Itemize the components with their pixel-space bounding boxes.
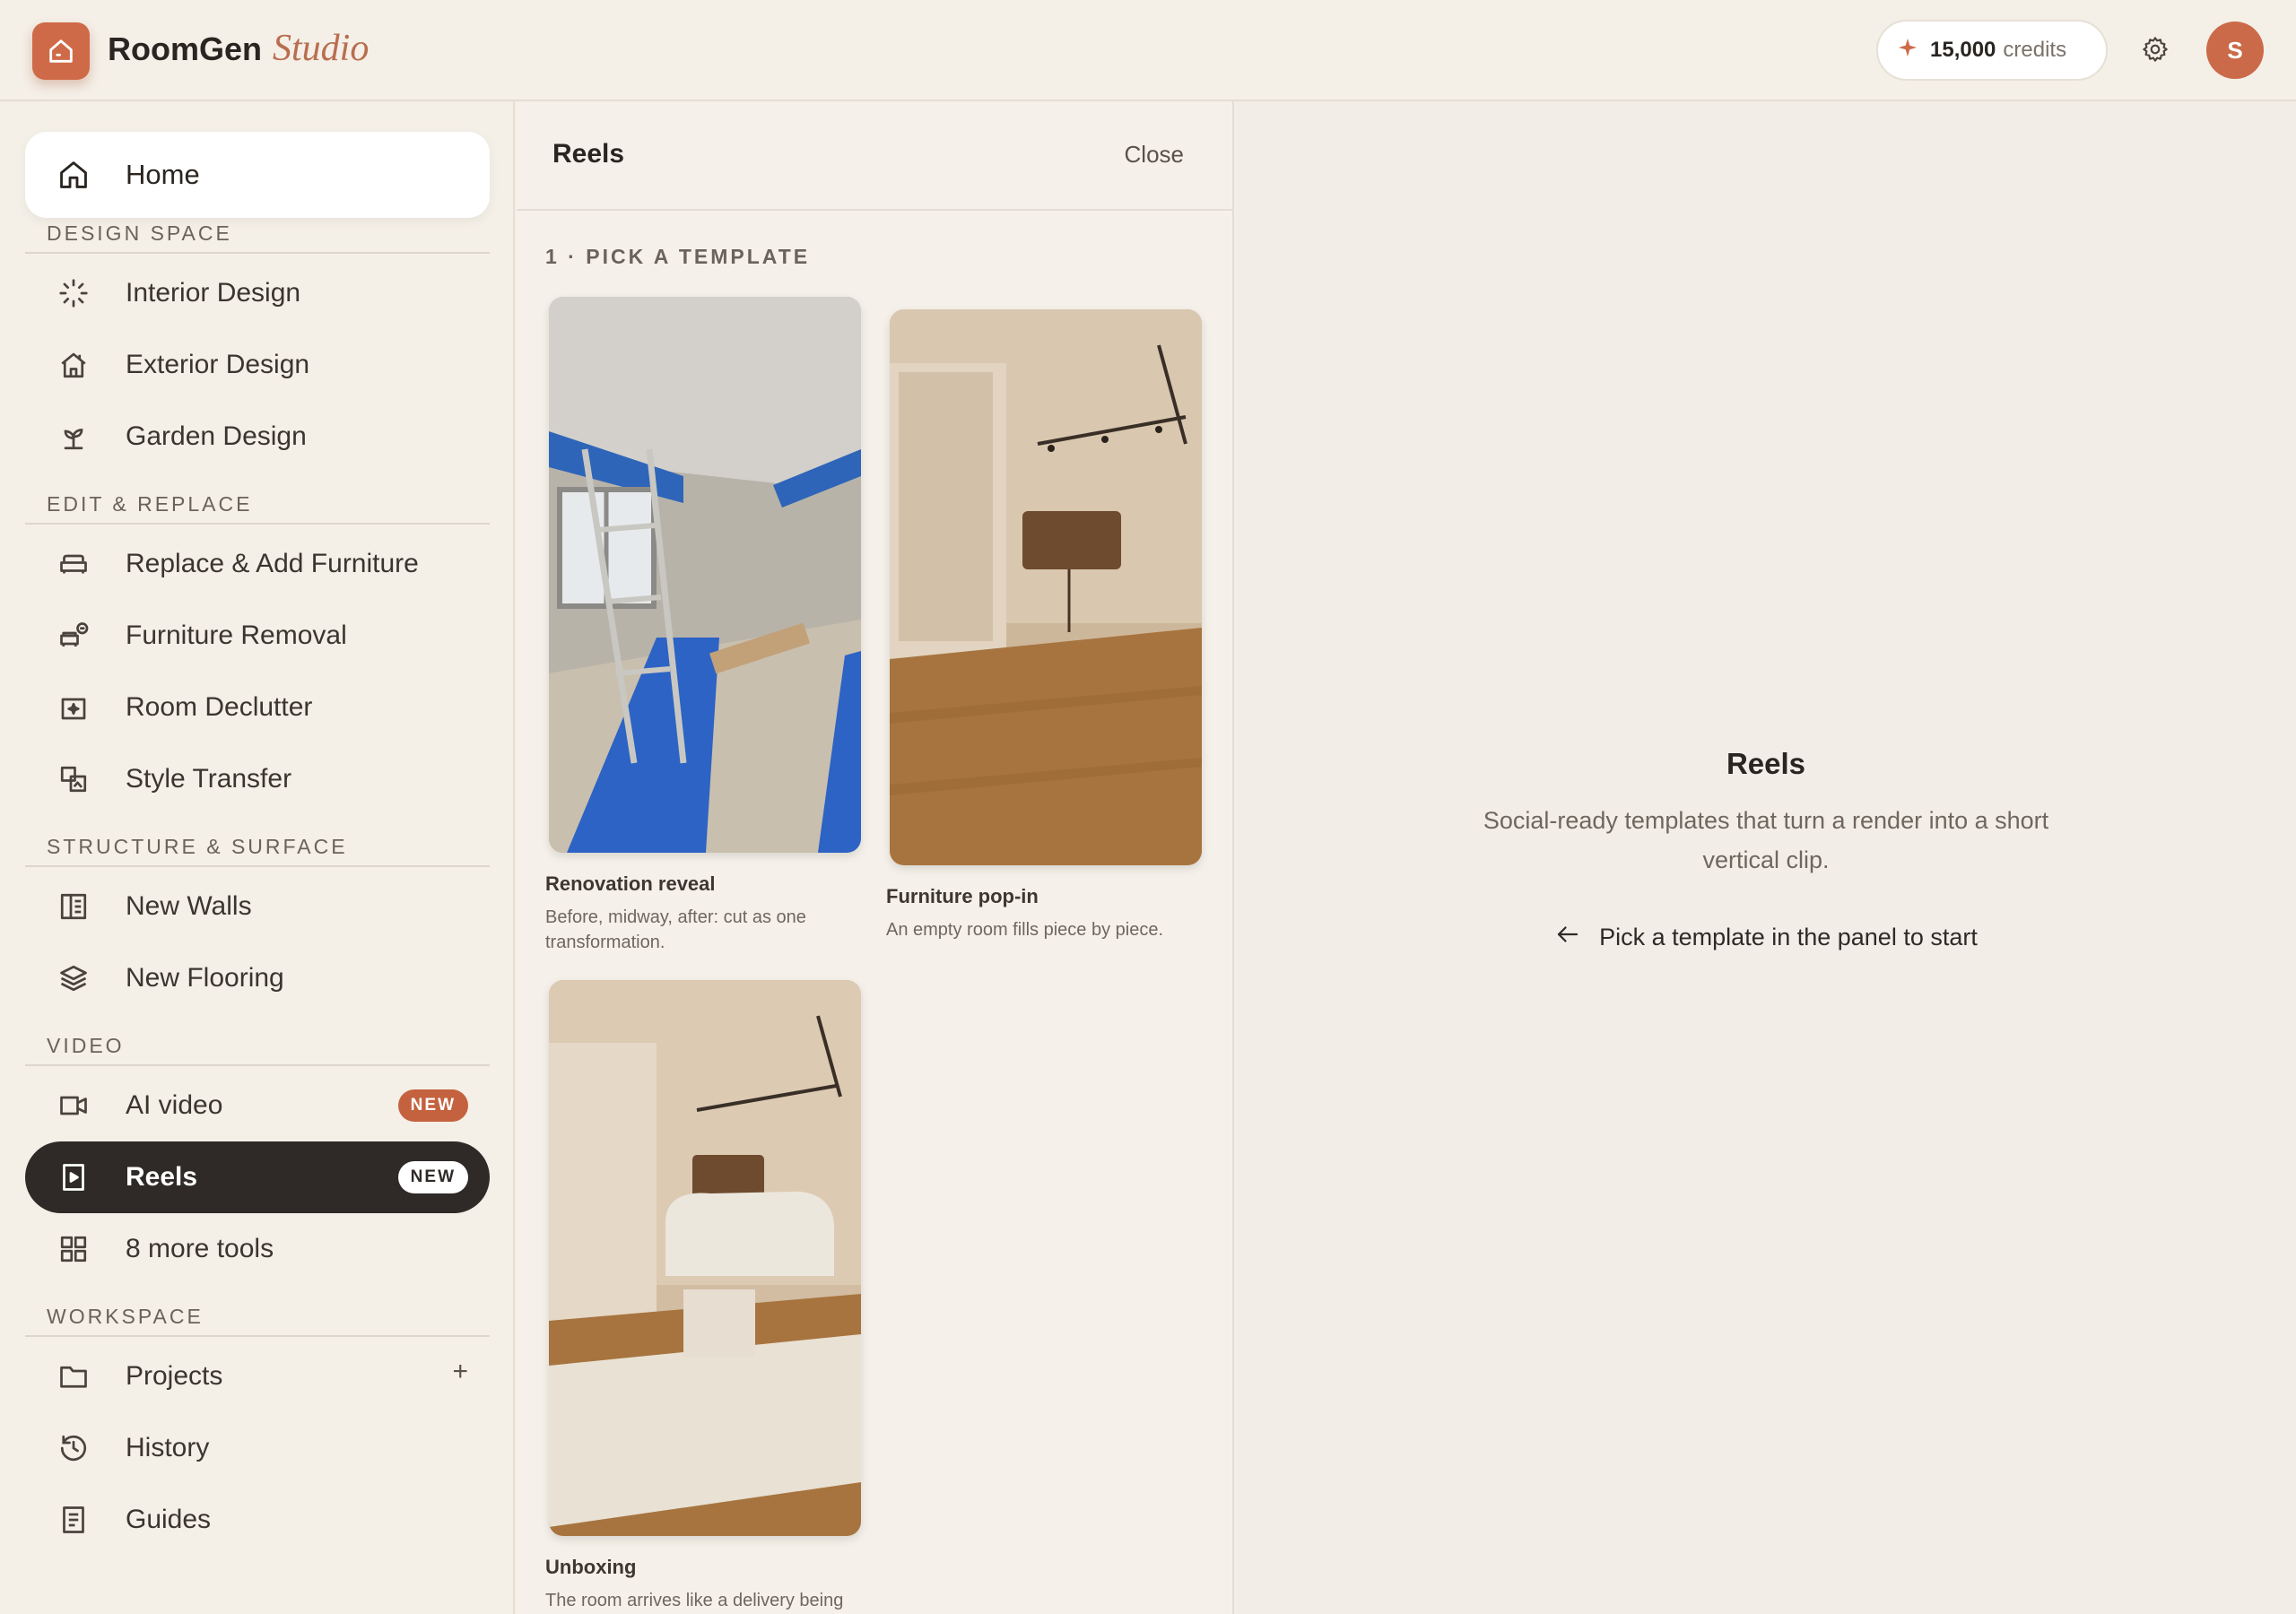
layers-icon <box>56 960 91 996</box>
sidebar-item-label: Interior Design <box>126 278 301 308</box>
new-badge: NEW <box>397 1161 468 1193</box>
sidebar-item-label: Exterior Design <box>126 350 310 379</box>
section-label-structure-surface: STRUCTURE & SURFACE <box>47 835 348 858</box>
box-sparkle-icon <box>56 690 91 725</box>
reels-panel: Reels Close 1 · PICK A TEMPLATE Renovati… <box>517 101 1234 1614</box>
template-name: Renovation reveal <box>545 872 716 895</box>
template-card-renovation-reveal[interactable]: Renovation reveal Before, midway, after:… <box>545 297 861 955</box>
sidebar-item-history[interactable]: History <box>25 1412 490 1484</box>
empty-state-hint: Pick a template in the panel to start <box>1554 921 1978 954</box>
panel-header: Reels Close <box>517 101 1232 211</box>
home-icon <box>56 157 91 193</box>
credits-unit: credits <box>2003 38 2067 62</box>
sidebar-item-label: 8 more tools <box>126 1234 274 1263</box>
brand-name: RoomGen <box>108 30 263 67</box>
section-divider <box>25 865 490 867</box>
empty-state-description: Social-ready templates that turn a rende… <box>1483 807 2049 873</box>
sidebar-item-replace-add-furniture[interactable]: Replace & Add Furniture <box>25 528 490 600</box>
history-icon <box>56 1430 91 1466</box>
panel-title: Reels <box>552 139 625 169</box>
section-label-edit-replace: EDIT & REPLACE <box>47 492 253 516</box>
sprout-icon <box>56 419 91 455</box>
sidebar-item-more-tools[interactable]: 8 more tools <box>25 1213 490 1285</box>
sidebar-item-new-flooring[interactable]: New Flooring <box>25 942 490 1014</box>
sidebar-item-label: New Walls <box>126 891 252 921</box>
sidebar-item-label: Garden Design <box>126 421 307 451</box>
template-name: Unboxing <box>545 1556 637 1578</box>
step-label: 1 · PICK A TEMPLATE <box>545 245 811 268</box>
section-divider <box>25 1064 490 1066</box>
empty-state-title: Reels <box>1726 747 1806 780</box>
hint-text: Pick a template in the panel to start <box>1599 924 1978 950</box>
section-divider <box>25 1335 490 1337</box>
sidebar-item-ai-video[interactable]: AI video NEW <box>25 1070 490 1141</box>
template-thumbnail <box>549 297 861 853</box>
credits-amount: 15,000 <box>1930 38 1996 62</box>
settings-button[interactable] <box>2133 29 2178 74</box>
gear-icon <box>2141 35 2170 68</box>
template-thumbnail <box>890 309 1202 865</box>
logo-house-icon[interactable] <box>32 22 90 80</box>
sidebar-item-furniture-removal[interactable]: Furniture Removal <box>25 600 490 672</box>
sofa-icon <box>56 546 91 582</box>
brand-suffix: Studio <box>273 28 370 69</box>
folder-icon <box>56 1358 91 1394</box>
brand: RoomGen Studio <box>108 27 369 74</box>
sidebar-item-label: Reels <box>126 1162 198 1192</box>
sidebar-item-guides[interactable]: Guides <box>25 1484 490 1556</box>
add-project-button[interactable]: + <box>452 1357 468 1387</box>
section-label-video: VIDEO <box>47 1034 125 1057</box>
sparkle-icon <box>1898 38 1918 64</box>
sidebar-item-label: Replace & Add Furniture <box>126 549 419 578</box>
sidebar-item-reels[interactable]: Reels NEW <box>25 1141 490 1213</box>
wall-panel-icon <box>56 889 91 924</box>
top-bar: RoomGen Studio 15,000 credits S <box>0 0 2296 101</box>
template-description: Before, midway, after: cut as one transf… <box>545 907 806 952</box>
sidebar-item-label: AI video <box>126 1090 223 1120</box>
section-divider <box>25 252 490 254</box>
section-label-workspace: WORKSPACE <box>47 1305 204 1328</box>
sidebar-item-interior-design[interactable]: Interior Design <box>25 257 490 329</box>
sidebar-item-room-declutter[interactable]: Room Declutter <box>25 672 490 743</box>
template-description: The room arrives like a delivery being <box>545 1591 844 1610</box>
sidebar-item-home[interactable]: Home <box>25 132 490 218</box>
sidebar: Home DESIGN SPACE Interior Design Exteri… <box>0 101 515 1614</box>
sidebar-item-label: Style Transfer <box>126 764 292 794</box>
sidebar-item-label: Guides <box>126 1505 212 1534</box>
empty-state: Reels Social-ready templates that turn a… <box>1236 747 2296 954</box>
template-name: Furniture pop-in <box>886 885 1039 907</box>
sidebar-item-style-transfer[interactable]: Style Transfer <box>25 743 490 815</box>
grid-icon <box>56 1231 91 1267</box>
sidebar-item-label: Home <box>126 159 200 190</box>
sidebar-item-projects[interactable]: Projects + <box>25 1341 490 1412</box>
template-description: An empty room fills piece by piece. <box>886 920 1164 940</box>
video-camera-icon <box>56 1088 91 1124</box>
loader-icon <box>56 275 91 311</box>
sidebar-item-label: Projects <box>126 1361 223 1391</box>
arrow-left-icon <box>1554 921 1581 954</box>
credits-pill[interactable]: 15,000 credits <box>1876 20 2108 81</box>
sidebar-item-garden-design[interactable]: Garden Design <box>25 401 490 473</box>
sidebar-item-label: Room Declutter <box>126 692 313 722</box>
play-square-icon <box>56 1159 91 1195</box>
document-icon <box>56 1502 91 1538</box>
sidebar-item-label: History <box>126 1433 210 1462</box>
new-badge: NEW <box>397 1089 468 1122</box>
sidebar-item-label: Furniture Removal <box>126 620 347 650</box>
section-divider <box>25 523 490 525</box>
template-card-unboxing[interactable]: Unboxing The room arrives like a deliver… <box>545 980 861 1613</box>
avatar[interactable]: S <box>2206 22 2264 79</box>
style-transfer-icon <box>56 761 91 797</box>
sofa-remove-icon <box>56 618 91 654</box>
template-card-furniture-pop-in[interactable]: Furniture pop-in An empty room fills pie… <box>886 309 1202 942</box>
sidebar-item-label: New Flooring <box>126 963 284 993</box>
close-button[interactable]: Close <box>1125 141 1184 169</box>
sidebar-item-new-walls[interactable]: New Walls <box>25 871 490 942</box>
house-icon <box>56 347 91 383</box>
template-thumbnail <box>549 980 861 1536</box>
main-content: Reels Social-ready templates that turn a… <box>1236 101 2296 1614</box>
section-label-design-space: DESIGN SPACE <box>47 221 232 245</box>
sidebar-item-exterior-design[interactable]: Exterior Design <box>25 329 490 401</box>
